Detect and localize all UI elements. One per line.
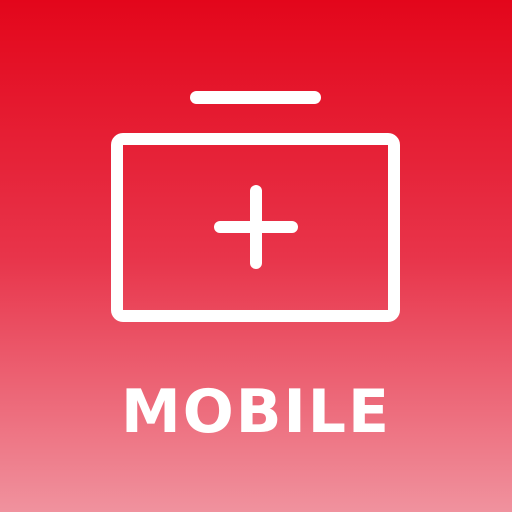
app-icon[interactable]: MOBILE xyxy=(0,0,512,512)
app-label: MOBILE xyxy=(121,377,391,447)
kit-handle xyxy=(190,91,321,104)
